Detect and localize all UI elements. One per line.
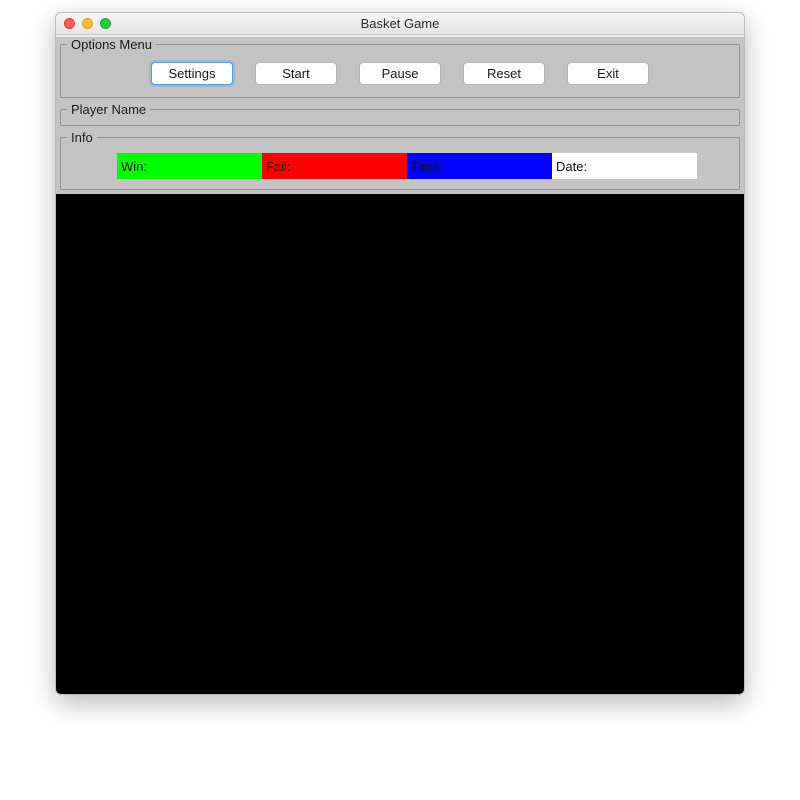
player-name-group: Player Name [60,102,740,126]
exit-button[interactable]: Exit [567,62,649,85]
minimize-icon[interactable] [82,18,93,29]
options-menu-group: Options Menu Settings Start Pause Reset … [60,37,740,98]
game-canvas[interactable] [56,194,744,694]
zoom-icon[interactable] [100,18,111,29]
titlebar: Basket Game [56,13,744,35]
close-icon[interactable] [64,18,75,29]
window-controls [64,18,111,29]
options-button-row: Settings Start Pause Reset Exit [67,56,733,87]
date-cell: Date: [552,153,697,179]
reset-button[interactable]: Reset [463,62,545,85]
time-cell: Time: [407,153,552,179]
settings-button[interactable]: Settings [151,62,233,85]
info-row: Win: Fail: Time: Date: [67,149,733,179]
fail-cell: Fail: [262,153,407,179]
win-cell: Win: [117,153,262,179]
start-button[interactable]: Start [255,62,337,85]
pause-button[interactable]: Pause [359,62,441,85]
window-title: Basket Game [56,16,744,31]
options-menu-legend: Options Menu [67,37,156,52]
window-content: Options Menu Settings Start Pause Reset … [56,37,744,694]
info-legend: Info [67,130,97,145]
app-window: Basket Game Options Menu Settings Start … [55,12,745,695]
player-name-legend: Player Name [67,102,150,117]
info-group: Info Win: Fail: Time: Date: [60,130,740,190]
